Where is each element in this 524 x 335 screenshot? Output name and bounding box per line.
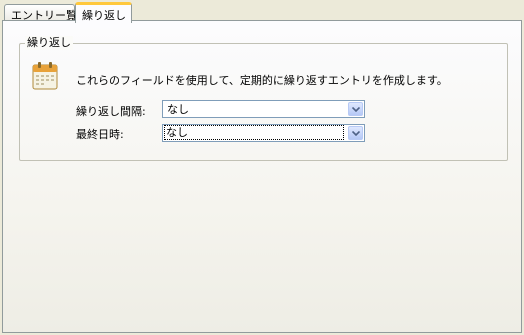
tab-recurrence-label: 繰り返し [82, 9, 126, 22]
chevron-down-icon [352, 107, 360, 112]
end-datetime-value: なし [164, 125, 344, 140]
end-datetime-dropdown-button[interactable] [348, 126, 363, 140]
recurrence-groupbox: 繰り返し これらのフィールドを使用して、定期的に繰り返すエントリを作成します。 … [19, 36, 508, 161]
group-title: 繰り返し [25, 36, 73, 50]
end-datetime-label: 最終日時: [76, 128, 124, 141]
calendar-icon [30, 60, 62, 92]
interval-label: 繰り返し間隔: [76, 105, 146, 118]
chevron-down-icon [352, 131, 360, 136]
interval-value: なし [167, 103, 189, 116]
end-datetime-dropdown[interactable]: なし [162, 124, 365, 142]
interval-dropdown[interactable]: なし [162, 100, 365, 118]
tab-panel: 繰り返し これらのフィールドを使用して、定期的に繰り返すエントリを作成します。 … [2, 20, 522, 333]
interval-dropdown-button[interactable] [348, 102, 363, 116]
tab-entry-list[interactable]: エントリー覧 [4, 4, 77, 22]
tab-recurrence[interactable]: 繰り返し [75, 2, 132, 23]
tab-strip: エントリー覧 繰り返し [2, 2, 522, 23]
description-text: これらのフィールドを使用して、定期的に繰り返すエントリを作成します。 [76, 74, 448, 87]
